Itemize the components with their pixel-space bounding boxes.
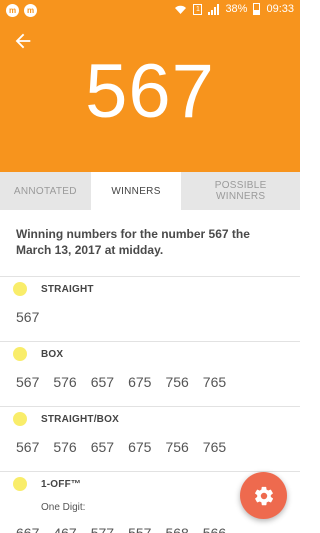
winning-number: 566 (202, 525, 227, 533)
winning-number: 576 (53, 439, 77, 455)
header: m m 1 38% 09:33 567 (0, 0, 300, 172)
winning-number: 765 (202, 374, 227, 390)
winning-number: 756 (165, 374, 189, 390)
bullet-dot (13, 477, 27, 491)
tab-bar: ANNOTATED WINNERS POSSIBLE WINNERS (0, 172, 300, 210)
bullet-dot (13, 412, 27, 426)
winning-number: 657 (90, 374, 115, 390)
number-list: 567 (0, 299, 300, 341)
winning-number: 667 (16, 525, 40, 533)
status-bar: m m 1 38% 09:33 (0, 0, 300, 22)
bullet-dot (13, 282, 27, 296)
intro-text: Winning numbers for the number 567 the M… (16, 227, 250, 257)
signal-icon (208, 3, 220, 15)
selected-number: 567 (85, 49, 215, 134)
winning-number: 756 (165, 439, 189, 455)
section-box: BOX 567 576 657 675 756 765 (0, 341, 300, 406)
tab-possible-winners[interactable]: POSSIBLE WINNERS (181, 172, 300, 210)
winning-number: 576 (53, 374, 77, 390)
winning-number: 567 (16, 439, 40, 455)
settings-fab-button[interactable] (240, 472, 287, 519)
winning-number: 765 (202, 439, 227, 455)
winning-number: 657 (90, 439, 115, 455)
gear-icon (254, 486, 273, 505)
winning-number: 567 (16, 374, 40, 390)
winning-number: 675 (128, 439, 152, 455)
bullet-dot (13, 347, 27, 361)
sim-icon: 1 (193, 3, 203, 15)
winning-number: 557 (128, 525, 152, 533)
section-straight: STRAIGHT 567 (0, 276, 300, 341)
number-list: 567 576 657 675 756 765 (0, 429, 300, 471)
winning-number: 467 (53, 525, 77, 533)
section-title: BOX (41, 348, 64, 360)
app-notification-icon: m (6, 4, 19, 17)
app-notification-icon: m (24, 4, 37, 17)
tab-annotated[interactable]: ANNOTATED (0, 172, 91, 210)
section-title: STRAIGHT/BOX (41, 413, 119, 425)
section-title: STRAIGHT (41, 283, 94, 295)
battery-percent: 38% (225, 3, 248, 15)
tab-possible-winners-label: POSSIBLE WINNERS (214, 180, 267, 202)
winning-number: 567 (16, 309, 40, 325)
winning-number: 675 (128, 374, 152, 390)
winning-number: 568 (165, 525, 189, 533)
number-list: 567 576 657 675 756 765 (0, 364, 300, 406)
section-straight-box: STRAIGHT/BOX 567 576 657 675 756 765 (0, 406, 300, 471)
clock: 09:33 (266, 3, 294, 15)
wifi-icon (175, 5, 187, 14)
section-title: 1-OFF™ (41, 478, 82, 490)
winning-number: 577 (90, 525, 115, 533)
battery-icon (253, 3, 261, 15)
tab-winners[interactable]: WINNERS (90, 172, 182, 210)
